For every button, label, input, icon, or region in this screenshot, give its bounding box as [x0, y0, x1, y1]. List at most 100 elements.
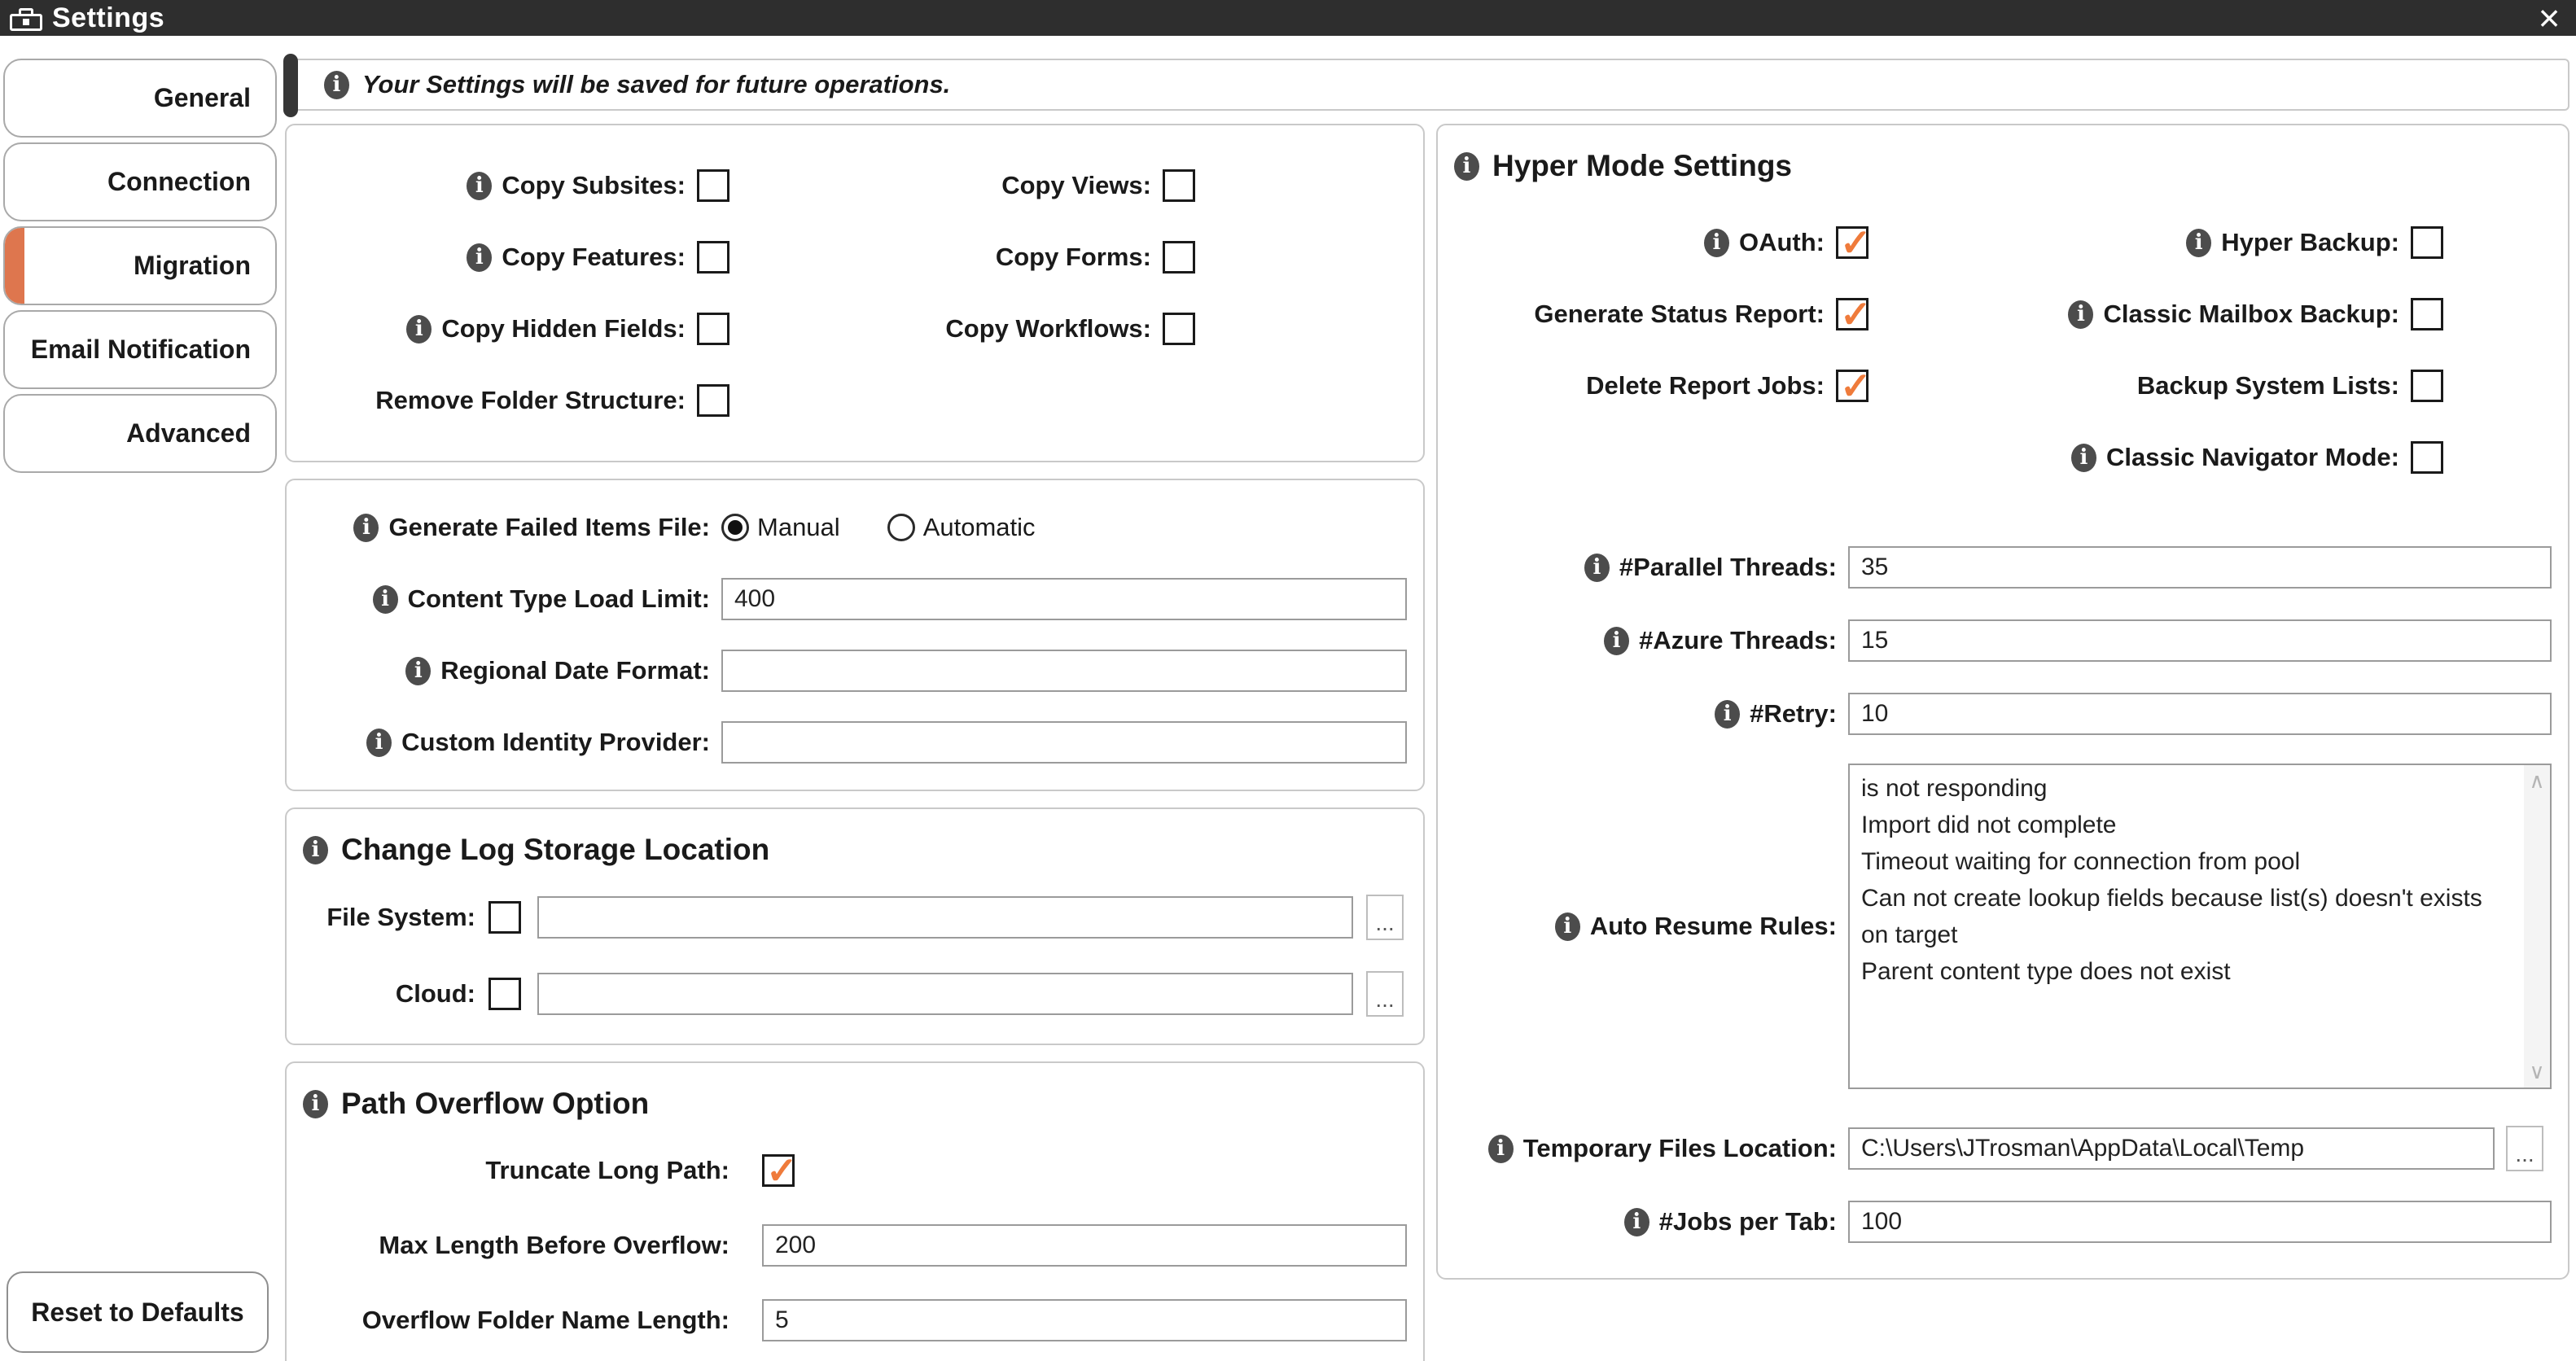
copy-workflows-label: Copy Workflows: [945, 314, 1151, 343]
hyper-backup-label: i Hyper Backup: [1883, 228, 2399, 257]
info-icon[interactable]: i [1454, 151, 1479, 181]
change-log-panel: i Change Log Storage Location File Syste… [285, 807, 1425, 1045]
copy-forms-checkbox[interactable] [1163, 241, 1195, 274]
copy-forms-label: Copy Forms: [995, 243, 1151, 271]
info-icon[interactable]: i [1715, 699, 1741, 729]
copy-workflows-checkbox[interactable] [1163, 313, 1195, 345]
copy-features-label: i Copy Features: [303, 243, 686, 272]
info-icon[interactable]: i [467, 171, 493, 200]
tab-migration[interactable]: Migration [3, 226, 277, 305]
custom-identity-provider-input[interactable] [721, 721, 1407, 764]
info-icon[interactable]: i [1487, 1134, 1514, 1163]
remove-folder-structure-checkbox[interactable] [697, 384, 729, 417]
file-system-checkbox[interactable] [488, 901, 521, 934]
scroll-up-icon[interactable]: ∧ [2529, 768, 2544, 794]
temporary-files-location-input[interactable] [1848, 1127, 2495, 1170]
hyper-backup-checkbox[interactable] [2411, 226, 2443, 259]
info-icon[interactable]: i [303, 835, 328, 864]
backup-system-lists-checkbox[interactable] [2411, 370, 2443, 402]
tab-label: Connection [107, 167, 251, 196]
classic-mailbox-backup-checkbox[interactable] [2411, 298, 2443, 330]
info-icon[interactable]: i [366, 728, 392, 757]
generate-status-report-label: Generate Status Report: [1534, 300, 1825, 328]
copy-features-checkbox[interactable] [697, 241, 729, 274]
max-length-before-overflow-input[interactable] [762, 1224, 1407, 1267]
cloud-browse-button[interactable]: ... [1366, 971, 1404, 1017]
generate-status-report-checkbox[interactable] [1836, 292, 1872, 336]
copy-subsites-checkbox[interactable] [697, 169, 729, 202]
info-icon[interactable]: i [1584, 553, 1610, 582]
overflow-folder-name-length-input[interactable] [762, 1299, 1407, 1341]
regional-date-format-input[interactable] [721, 650, 1407, 692]
cloud-path-input[interactable] [537, 973, 1353, 1015]
tab-advanced[interactable]: Advanced [3, 394, 277, 473]
info-icon[interactable]: i [1554, 912, 1580, 941]
oauth-checkbox[interactable] [1836, 221, 1872, 265]
briefcase-icon [10, 8, 42, 31]
jobs-per-tab-label: i #Jobs per Tab: [1454, 1207, 1837, 1236]
info-icon[interactable]: i [406, 314, 432, 344]
temporary-files-browse-button[interactable]: ... [2506, 1126, 2543, 1171]
manual-radio[interactable] [721, 514, 749, 541]
parallel-threads-input[interactable] [1848, 546, 2552, 589]
copy-subsites-label: i Copy Subsites: [303, 171, 686, 200]
copy-options-panel: i Copy Subsites: Copy Views: i Copy Feat… [285, 124, 1425, 462]
info-icon[interactable]: i [303, 1089, 328, 1118]
automatic-radio[interactable] [887, 514, 915, 541]
copy-hidden-fields-checkbox[interactable] [697, 313, 729, 345]
max-length-before-overflow-label: Max Length Before Overflow: [379, 1231, 729, 1259]
truncate-long-path-label: Truncate Long Path: [485, 1156, 729, 1184]
cloud-label: Cloud: [395, 979, 475, 1008]
info-icon: i [324, 70, 349, 99]
info-icon[interactable]: i [1703, 228, 1729, 257]
tab-general[interactable]: General [3, 59, 277, 138]
retry-input[interactable] [1848, 693, 2552, 735]
parallel-threads-label: i #Parallel Threads: [1454, 553, 1837, 582]
titlebar: Settings × [0, 0, 2576, 37]
change-log-header: i Change Log Storage Location [303, 821, 1407, 879]
content-type-load-limit-input[interactable] [721, 578, 1407, 620]
info-icon[interactable]: i [1604, 626, 1630, 655]
path-overflow-panel: i Path Overflow Option Truncate Long Pat… [285, 1061, 1425, 1361]
file-system-browse-button[interactable]: ... [1366, 895, 1404, 940]
banner-accent-bar [283, 54, 298, 117]
regional-date-format-label: i Regional Date Format: [303, 656, 710, 685]
file-system-path-input[interactable] [537, 896, 1353, 939]
tab-email-notification[interactable]: Email Notification [3, 310, 277, 389]
close-icon[interactable]: × [2527, 0, 2571, 37]
info-icon[interactable]: i [353, 513, 379, 542]
info-icon[interactable]: i [2070, 443, 2096, 472]
content-type-load-limit-label: i Content Type Load Limit: [303, 584, 710, 614]
info-icon[interactable]: i [372, 584, 398, 614]
manual-radio-label: Manual [757, 513, 840, 541]
reset-to-defaults-button[interactable]: Reset to Defaults [7, 1271, 269, 1353]
copy-hidden-fields-label: i Copy Hidden Fields: [303, 314, 686, 344]
delete-report-jobs-checkbox[interactable] [1836, 364, 1872, 408]
auto-resume-rules-textarea[interactable]: is not responding Import did not complet… [1850, 765, 2524, 1087]
tab-label: Email Notification [30, 335, 251, 364]
tab-connection[interactable]: Connection [3, 142, 277, 221]
oauth-label: i OAuth: [1454, 228, 1825, 257]
textarea-scrollbar[interactable]: ∧ ∨ [2524, 765, 2550, 1087]
azure-threads-input[interactable] [1848, 619, 2552, 662]
info-icon[interactable]: i [1623, 1207, 1649, 1236]
window-title: Settings [52, 2, 165, 33]
classic-navigator-mode-label: i Classic Navigator Mode: [1883, 443, 2399, 472]
jobs-per-tab-input[interactable] [1848, 1201, 2552, 1243]
banner-text: Your Settings will be saved for future o… [362, 70, 951, 98]
hyper-mode-panel: i Hyper Mode Settings i OAuth: i [1436, 124, 2569, 1280]
cloud-checkbox[interactable] [488, 978, 521, 1010]
temporary-files-location-label: i Temporary Files Location: [1454, 1134, 1837, 1163]
automatic-radio-label: Automatic [922, 513, 1036, 541]
info-icon[interactable]: i [2186, 228, 2212, 257]
content-area: i Your Settings will be saved for future… [280, 54, 2576, 1361]
truncate-long-path-checkbox[interactable] [762, 1149, 798, 1193]
info-icon[interactable]: i [2068, 300, 2094, 329]
classic-navigator-mode-checkbox[interactable] [2411, 441, 2443, 474]
scroll-down-icon[interactable]: ∨ [2529, 1059, 2544, 1084]
copy-views-checkbox[interactable] [1163, 169, 1195, 202]
info-icon[interactable]: i [467, 243, 493, 272]
info-icon[interactable]: i [405, 656, 432, 685]
retry-label: i #Retry: [1454, 699, 1837, 729]
tab-label: General [153, 83, 251, 112]
